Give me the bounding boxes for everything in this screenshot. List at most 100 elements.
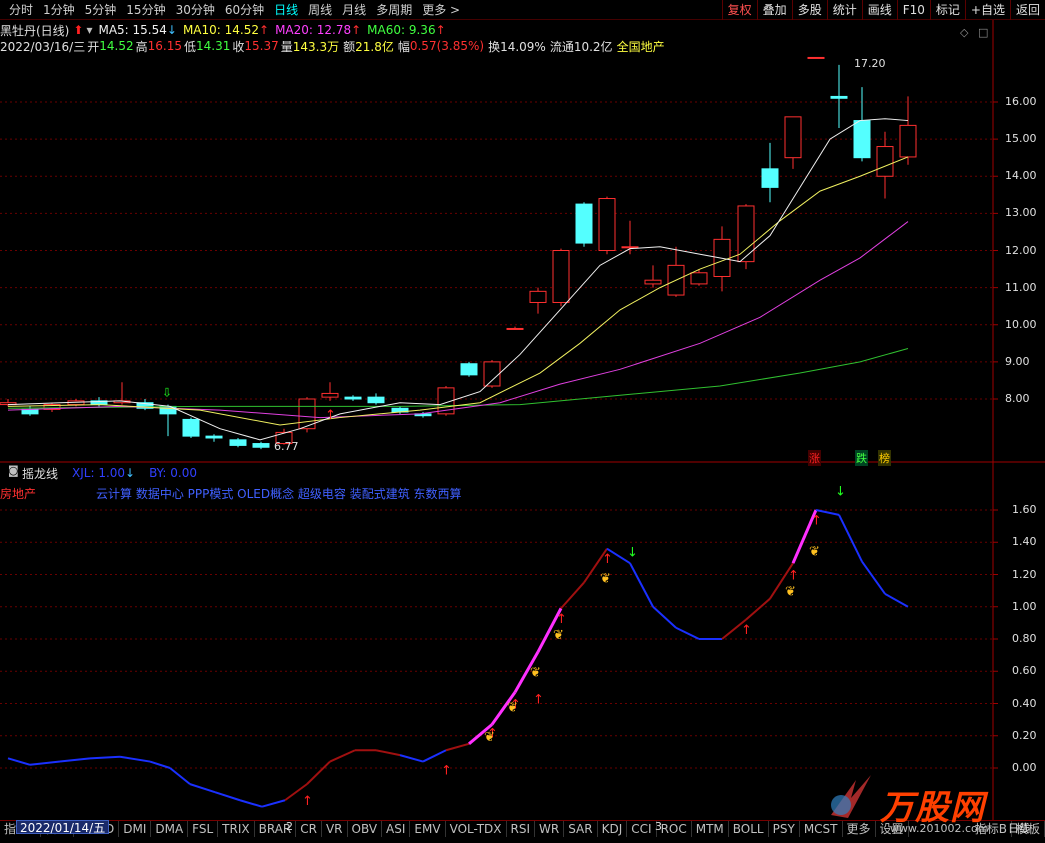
- butterfly-icon: ❦: [507, 701, 518, 716]
- y-tick-label: 1.40: [1012, 535, 1037, 549]
- candle-body: [761, 168, 779, 188]
- butterfly-icon: ❦: [484, 730, 495, 745]
- candle-body: [575, 203, 593, 244]
- y-tick-label: 0.00: [1012, 761, 1037, 774]
- indicator-tab[interactable]: CR: [296, 821, 322, 837]
- candle-body: [876, 146, 894, 177]
- indicator-segment: [214, 791, 241, 802]
- main-grid: [0, 101, 998, 400]
- marker-die[interactable]: 跌: [855, 450, 868, 466]
- indicator-segment: [745, 597, 771, 621]
- up-arrow-icon: ↑: [325, 408, 336, 423]
- cursor-date: 2022/01/14/五: [16, 820, 110, 835]
- indicator-tab[interactable]: BOLL: [729, 821, 769, 837]
- y-tick-label: 14.00: [1005, 169, 1037, 183]
- candle-body: [367, 396, 385, 404]
- candle-body: [598, 198, 616, 251]
- y-tick-label: 12.00: [1005, 243, 1037, 257]
- indicator-tab[interactable]: CCI: [627, 821, 657, 837]
- indicator-segment: [59, 757, 91, 763]
- up-arrow-icon: ↑: [811, 513, 822, 528]
- indicator-tab[interactable]: RSI: [507, 821, 536, 837]
- indicator-tab[interactable]: DMI: [119, 821, 152, 837]
- daily-label: 日线: [1008, 822, 1030, 835]
- watermark-logo-icon: [826, 770, 876, 820]
- indicator-tab[interactable]: KDJ: [598, 821, 628, 837]
- butterfly-icon: ❦: [530, 665, 541, 680]
- candle-body: [690, 272, 708, 285]
- marker-zhang[interactable]: 涨: [808, 450, 821, 466]
- candle-body: [205, 435, 223, 439]
- indicator-tab[interactable]: WR: [535, 821, 565, 837]
- ma-line: [7, 221, 909, 419]
- indicator-name[interactable]: 摇龙线: [22, 465, 58, 482]
- y-tick-label: 10.00: [1005, 317, 1037, 331]
- indicator-tab[interactable]: ASI: [382, 821, 411, 837]
- candle-body: [899, 124, 917, 158]
- indicator-tab[interactable]: TRIX: [218, 821, 255, 837]
- sector-name: 房地产: [0, 487, 37, 501]
- x-month-3: 3: [655, 820, 662, 833]
- ma-lines: [7, 118, 909, 441]
- up-arrow-icon: ↑: [533, 692, 544, 707]
- chart-canvas[interactable]: ↑↑↑↑↑ ↑↑↑↑↑↑↓↓⇩❦❦❦❦❦❦❦ ◇ □ ◙: [0, 0, 1045, 843]
- y-tick-label: 11.00: [1005, 280, 1037, 294]
- indicator-segment: [189, 783, 216, 794]
- candle-body: [830, 95, 848, 99]
- indicator-tab[interactable]: PSY: [769, 821, 800, 837]
- candle-body: [483, 361, 501, 387]
- diamond-icon[interactable]: ◇: [960, 26, 969, 39]
- marker-bang[interactable]: 榜: [878, 450, 891, 466]
- candle-body: [321, 392, 339, 398]
- indicator-segment: [675, 626, 700, 640]
- indicator-tab[interactable]: DMA: [151, 821, 189, 837]
- y-tick-label: 0.60: [1012, 664, 1037, 678]
- candle-body: [529, 290, 547, 303]
- indicator-tab[interactable]: VR: [322, 821, 348, 837]
- indicator-segment: [261, 799, 286, 808]
- square-icon[interactable]: □: [978, 26, 988, 39]
- y-tick-label: 1.60: [1012, 503, 1037, 516]
- candle-body: [784, 116, 802, 159]
- indicator-segment: [422, 749, 447, 763]
- indicator-tab[interactable]: MTM: [692, 821, 729, 837]
- x-month-2: 2: [286, 820, 293, 833]
- indicator-segment: [399, 754, 424, 763]
- butterfly-icon: ❦: [809, 544, 820, 559]
- indicator-segment: [884, 592, 909, 608]
- down-arrow-icon: ↓: [835, 484, 846, 499]
- y-tick-label: 0.80: [1012, 632, 1037, 645]
- candle-body: [853, 120, 871, 159]
- candle-body: [644, 279, 662, 285]
- candle-body: [506, 327, 524, 330]
- candle-body: [252, 443, 270, 448]
- up-arrow-icon: ↑: [602, 552, 613, 567]
- indicator-tab[interactable]: VOL-TDX: [446, 821, 507, 837]
- candle-body: [621, 246, 639, 249]
- low-price-label: 6.77: [274, 440, 299, 453]
- y-tick-label: 1.00: [1012, 599, 1037, 613]
- y-tick-label: 0.40: [1012, 696, 1037, 710]
- candle-body: [182, 418, 200, 437]
- indicator-line: [7, 509, 909, 808]
- butterfly-icon: ❦: [553, 628, 564, 643]
- down-arrow-icon: ↓: [627, 546, 638, 561]
- indicator-tab[interactable]: EMV: [410, 821, 446, 837]
- indicator-segment: [652, 606, 677, 629]
- y-tick-label: 9.00: [1005, 354, 1030, 368]
- indicator-tab[interactable]: MCST: [800, 821, 843, 837]
- indicator-segment: [169, 767, 191, 785]
- y-tick-label: 15.00: [1005, 132, 1037, 146]
- by-value: BY: 0.00: [149, 466, 197, 480]
- ma-line: [7, 156, 909, 426]
- indicator-segment: [306, 760, 331, 785]
- concept-list: 云计算 数据中心 PPP模式 OLED概念 超级电容 装配式建筑 东数西算: [96, 487, 462, 501]
- indicator-tab[interactable]: 更多: [843, 821, 876, 837]
- indicator-tab[interactable]: SAR: [564, 821, 598, 837]
- indicator-tab[interactable]: OBV: [348, 821, 383, 837]
- indicator-segment: [89, 755, 121, 760]
- indicator-tab[interactable]: FSL: [188, 821, 219, 837]
- indicator-segment: [629, 562, 654, 608]
- candle-body: [229, 439, 247, 446]
- y-tick-label: 1.20: [1012, 567, 1037, 581]
